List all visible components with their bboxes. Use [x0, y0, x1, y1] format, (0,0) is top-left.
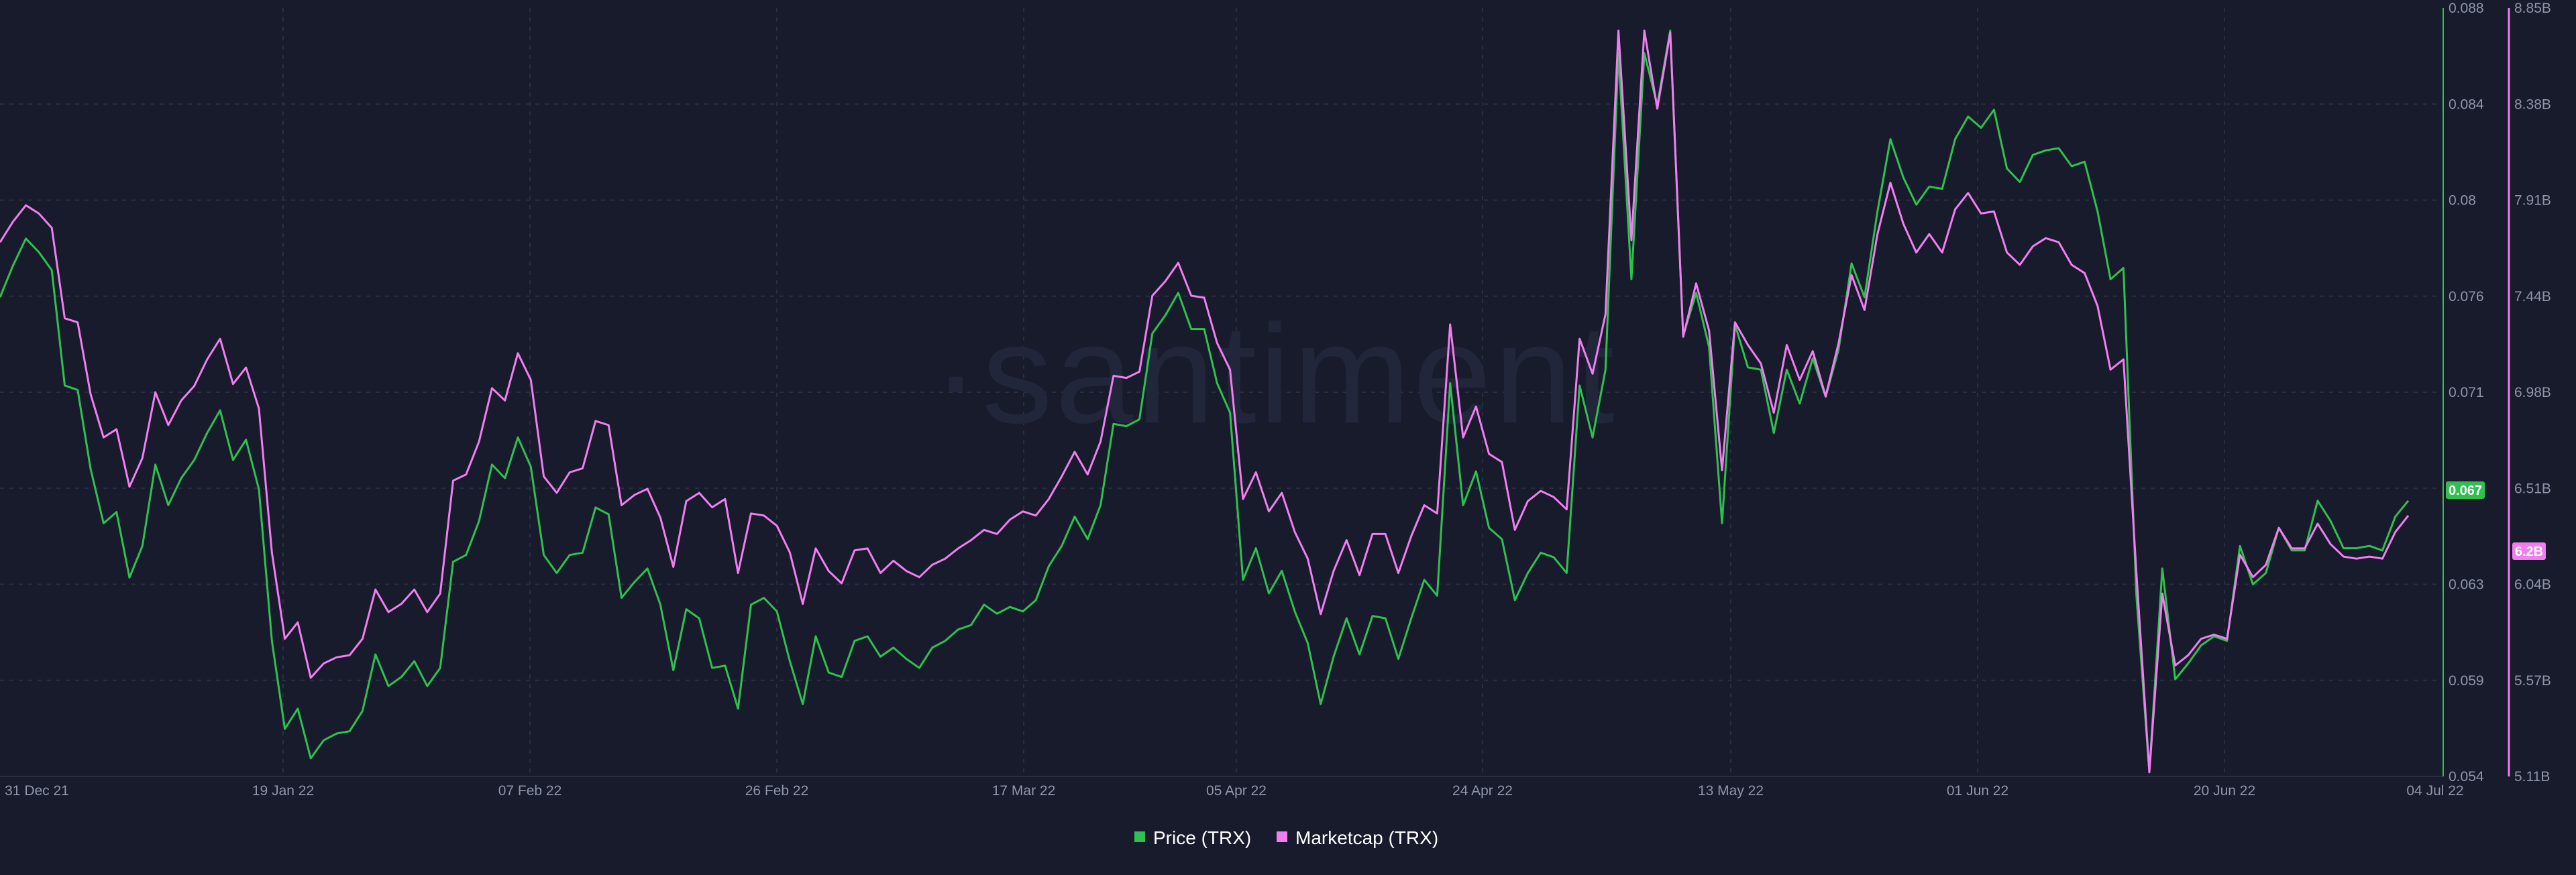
marketcap-current-badge: 6.2B [2512, 542, 2546, 560]
x-tick-label: 20 Jun 22 [2194, 783, 2255, 799]
marketcap-tick-label: 7.91B [2514, 193, 2551, 209]
marketcap-tick-label: 5.57B [2514, 673, 2551, 689]
price-tick-label: 0.063 [2449, 577, 2484, 593]
santiment-watermark: ·santiment [932, 295, 1617, 453]
x-tick-label: 13 May 22 [1698, 783, 1764, 799]
price-badge-value: 0.067 [2449, 483, 2482, 498]
price-tick-label: 0.076 [2449, 289, 2484, 304]
x-tick-label: 01 Jun 22 [1947, 783, 2008, 799]
price-tick-label: 0.059 [2449, 673, 2484, 689]
chart-container: ·santiment 31 Dec 21 19 Jan 22 07 Feb 22 26… [0, 0, 2576, 872]
price-tick-label: 0.054 [2449, 769, 2484, 784]
price-tick-label: 0.084 [2449, 97, 2484, 112]
marketcap-tick-label: 7.44B [2514, 289, 2551, 304]
x-tick-label: 24 Apr 22 [1452, 783, 1513, 799]
x-tick-label: 04 Jul 22 [2406, 783, 2463, 799]
price-tick-label: 0.088 [2449, 1, 2484, 16]
marketcap-legend-swatch [1277, 831, 1287, 842]
price-marketcap-chart: ·santiment 31 Dec 21 19 Jan 22 07 Feb 22 26… [0, 0, 2576, 872]
legend-item-marketcap[interactable]: Marketcap (TRX) [1277, 827, 1438, 848]
x-tick-label: 07 Feb 22 [498, 783, 562, 799]
marketcap-legend-label: Marketcap (TRX) [1295, 827, 1438, 848]
marketcap-badge-value: 6.2B [2515, 544, 2543, 559]
x-tick-label: 19 Jan 22 [252, 783, 314, 799]
marketcap-tick-label: 6.51B [2514, 481, 2551, 496]
marketcap-tick-label: 8.38B [2514, 97, 2551, 112]
marketcap-tick-label: 8.85B [2514, 1, 2551, 16]
x-tick-label: 05 Apr 22 [1206, 783, 1267, 799]
price-legend-swatch [1134, 831, 1145, 842]
marketcap-tick-label: 6.98B [2514, 385, 2551, 400]
price-current-badge: 0.067 [2446, 481, 2485, 499]
price-tick-label: 0.08 [2449, 193, 2476, 209]
x-tick-label: 31 Dec 21 [5, 783, 69, 799]
marketcap-tick-label: 5.11B [2514, 769, 2550, 784]
price-legend-label: Price (TRX) [1153, 827, 1251, 848]
x-tick-label: 26 Feb 22 [745, 783, 809, 799]
marketcap-tick-label: 6.04B [2514, 577, 2551, 593]
x-tick-label: 17 Mar 22 [992, 783, 1056, 799]
price-tick-label: 0.071 [2449, 385, 2484, 400]
